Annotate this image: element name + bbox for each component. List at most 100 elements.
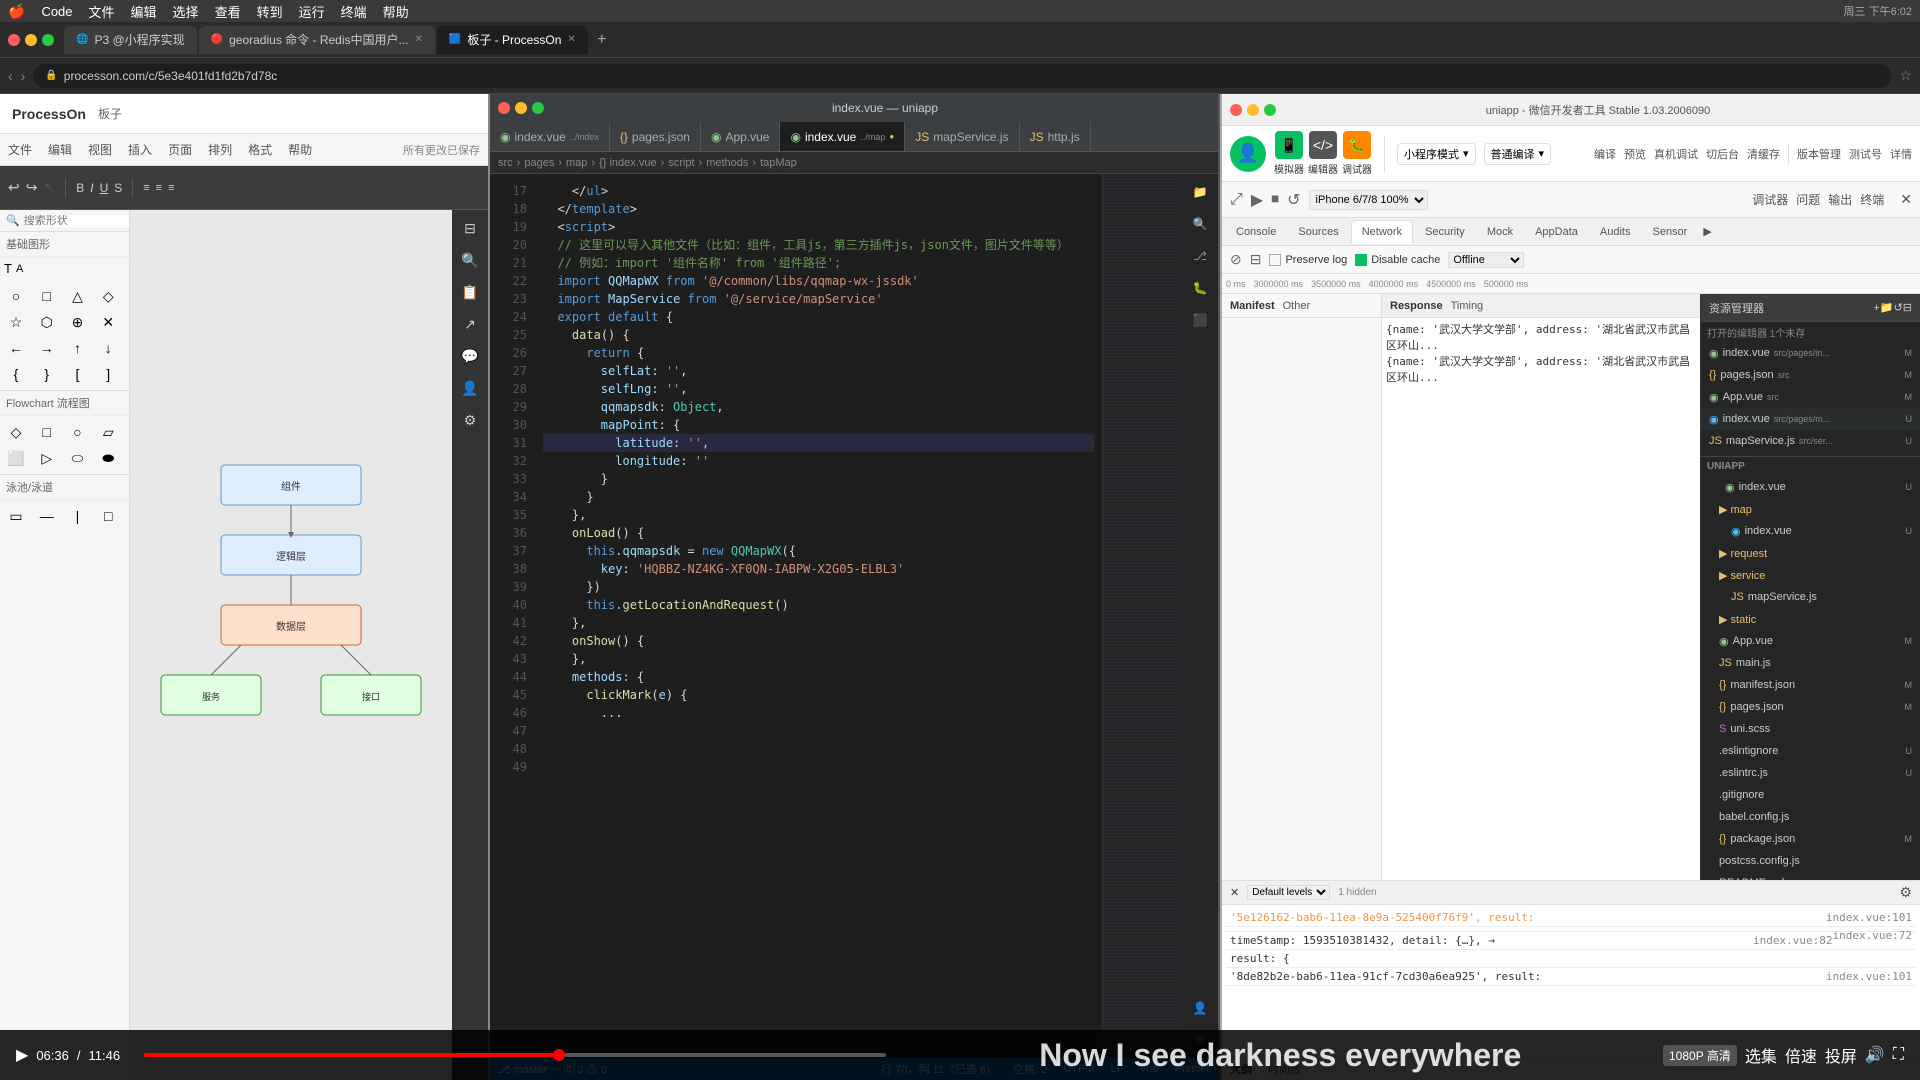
ps-icon-search[interactable]: 🔍 xyxy=(456,246,484,274)
shape-star[interactable]: ☆ xyxy=(4,310,28,334)
open-file-index-map[interactable]: ◉ index.vue src/pages/m... U xyxy=(1701,408,1920,430)
tree-postcss-config[interactable]: postcss.config.js xyxy=(1701,850,1920,872)
shape-arrow-left[interactable]: ← xyxy=(4,336,28,360)
flow-data[interactable]: ▱ xyxy=(96,420,120,444)
shape-hex[interactable]: ⬡ xyxy=(35,310,59,334)
ps-menu-page[interactable]: 页面 xyxy=(168,141,192,158)
ps-icon-share[interactable]: ↗ xyxy=(456,310,484,338)
tree-readme[interactable]: README.md xyxy=(1701,872,1920,880)
shape-arrow-down[interactable]: ↓ xyxy=(96,336,120,360)
clear-cache-button[interactable]: 清缓存 xyxy=(1747,146,1780,162)
shape-arrow-up[interactable]: ↑ xyxy=(66,336,90,360)
shape-brace-open[interactable]: { xyxy=(4,362,28,386)
align-center-tool[interactable]: ≡ xyxy=(156,182,162,194)
tab-security[interactable]: Security xyxy=(1415,220,1475,244)
editor-tl-red[interactable] xyxy=(498,102,510,114)
ps-icon-person[interactable]: 👤 xyxy=(456,374,484,402)
file-tab-mapservice-js[interactable]: JS mapService.js xyxy=(905,122,1019,152)
tab-appdata[interactable]: AppData xyxy=(1525,220,1588,244)
real-machine-button[interactable]: 真机调试 xyxy=(1654,146,1698,162)
ps-menu-insert[interactable]: 插入 xyxy=(128,141,152,158)
menu-run[interactable]: 运行 xyxy=(299,2,325,21)
stop-icon[interactable]: ⏹ xyxy=(1271,191,1279,209)
other-tab[interactable]: Other xyxy=(1283,300,1311,312)
shape-diamond[interactable]: ◇ xyxy=(96,284,120,308)
close-tab-processon[interactable]: ✕ xyxy=(567,34,575,45)
tree-eslintignore[interactable]: .eslintignore U xyxy=(1701,740,1920,762)
menu-help[interactable]: 帮助 xyxy=(383,2,409,21)
ps-menu-edit[interactable]: 编辑 xyxy=(48,141,72,158)
tree-gitignore[interactable]: .gitignore xyxy=(1701,784,1920,806)
pointer-tool[interactable]: ↖ xyxy=(43,179,55,196)
traffic-light-green[interactable] xyxy=(42,34,54,46)
video-collection-button[interactable]: 选集 xyxy=(1745,1043,1777,1067)
shape-bracket-open[interactable]: [ xyxy=(66,362,90,386)
flow-decision[interactable]: ◇ xyxy=(4,420,28,444)
er-explorer[interactable]: 📁 xyxy=(1186,178,1214,206)
editor-tl-green[interactable] xyxy=(532,102,544,114)
file-tab-pages-json[interactable]: {} pages.json xyxy=(610,122,701,152)
flow-doc[interactable]: ⬜ xyxy=(4,446,28,470)
text-tool[interactable]: T xyxy=(4,261,12,276)
response-tab[interactable]: Response xyxy=(1390,300,1443,312)
redo-button[interactable]: ↪ xyxy=(26,179,38,196)
fullscreen-icon[interactable]: ⤢ xyxy=(1230,191,1243,209)
menu-file[interactable]: 文件 xyxy=(89,2,115,21)
browser-tab-processon[interactable]: 🟦 板子 - ProcessOn ✕ xyxy=(437,26,588,54)
code-editor[interactable]: 17181920 21222324 25262728 29303132 3334… xyxy=(490,174,1218,1058)
wechat-tl-red[interactable] xyxy=(1230,104,1242,116)
tab-mock[interactable]: Mock xyxy=(1477,220,1523,244)
file-tab-app-vue[interactable]: ◉ App.vue xyxy=(701,122,781,152)
wechat-tl-green[interactable] xyxy=(1264,104,1276,116)
tab-console[interactable]: Console xyxy=(1226,220,1286,244)
align-right-tool[interactable]: ≡ xyxy=(168,182,174,194)
open-file-pages-json[interactable]: {} pages.json src M xyxy=(1701,364,1920,386)
video-fullscreen-button[interactable]: ⛶ xyxy=(1893,1046,1904,1064)
timing-tab[interactable]: Timing xyxy=(1451,300,1484,312)
tree-static-folder[interactable]: ▶ static xyxy=(1701,608,1920,630)
er-git[interactable]: ⎇ xyxy=(1186,242,1214,270)
shape-triangle[interactable]: △ xyxy=(66,284,90,308)
translate-button[interactable]: 编译 xyxy=(1594,146,1616,162)
video-progress-bar[interactable] xyxy=(144,1053,885,1057)
settings-icon[interactable]: ⚙ xyxy=(1899,884,1912,901)
tree-package-json[interactable]: {} package.json M xyxy=(1701,828,1920,850)
tree-pages-json[interactable]: {} pages.json M xyxy=(1701,696,1920,718)
tree-app-vue[interactable]: ◉ App.vue M xyxy=(1701,630,1920,652)
compile-selector[interactable]: 普通编译 ▾ xyxy=(1484,143,1552,165)
open-editors-header[interactable]: 打开的编辑器 1个未存 xyxy=(1701,322,1920,342)
devtools-close[interactable]: ✕ xyxy=(1900,191,1912,208)
devtools-tab-issue[interactable]: 问题 xyxy=(1796,191,1820,208)
shape-arrow-right[interactable]: → xyxy=(35,336,59,360)
shape-search[interactable] xyxy=(24,215,130,227)
ps-menu-view[interactable]: 视图 xyxy=(88,141,112,158)
shape-cross[interactable]: ✕ xyxy=(96,310,120,334)
menu-code[interactable]: Code xyxy=(41,4,72,19)
browser-tab-p3[interactable]: 🌐 P3 @小程序实现 xyxy=(64,26,197,54)
browser-tab-georadius[interactable]: 🔴 georadius 命令 - Redis中国用户... ✕ xyxy=(199,26,435,54)
video-volume-icon[interactable]: 🔊 xyxy=(1865,1045,1885,1065)
flow-terminal[interactable]: ○ xyxy=(66,420,90,444)
devtools-tab-terminal[interactable]: 终端 xyxy=(1860,191,1884,208)
video-cast-button[interactable]: 投屏 xyxy=(1825,1043,1857,1067)
undo-button[interactable]: ↩ xyxy=(8,179,20,196)
italic-tool[interactable]: I xyxy=(90,181,93,195)
tree-request-folder[interactable]: ▶ request xyxy=(1701,542,1920,564)
device-selector[interactable]: iPhone 6/7/8 100% xyxy=(1309,190,1428,210)
shape-plus[interactable]: ⊕ xyxy=(66,310,90,334)
pool-h-line[interactable]: — xyxy=(35,504,59,528)
pool-v-line[interactable]: | xyxy=(66,504,90,528)
traffic-light-red[interactable] xyxy=(8,34,20,46)
play-icon[interactable]: ▶ xyxy=(1251,190,1263,210)
menu-goto[interactable]: 转到 xyxy=(257,2,283,21)
tab-network[interactable]: Network xyxy=(1351,220,1413,244)
new-folder-icon[interactable]: 📁 xyxy=(1880,301,1894,314)
open-file-index[interactable]: ◉ index.vue src/pages/in... M xyxy=(1701,342,1920,364)
file-tab-http-js[interactable]: JS http.js xyxy=(1020,122,1091,152)
bookmark-icon[interactable]: ☆ xyxy=(1899,67,1912,84)
play-pause-button[interactable]: ▶ xyxy=(16,1045,28,1065)
er-accounts[interactable]: 👤 xyxy=(1186,994,1214,1022)
log-level-select[interactable]: Default levels xyxy=(1247,885,1330,900)
tree-service-folder[interactable]: ▶ service xyxy=(1701,564,1920,586)
back-button[interactable]: ‹ xyxy=(8,68,13,84)
